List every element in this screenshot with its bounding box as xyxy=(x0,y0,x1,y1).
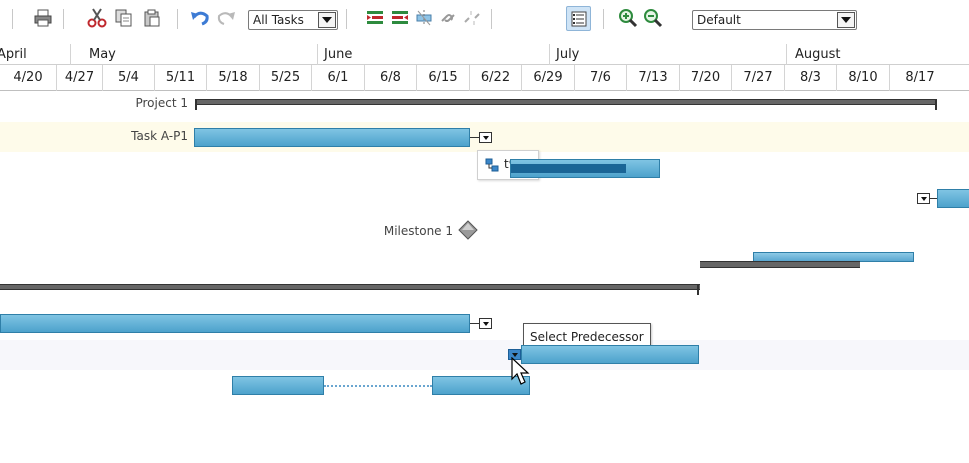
zoom-in-button[interactable] xyxy=(617,7,639,29)
summary-cap xyxy=(697,284,699,295)
split-connector xyxy=(324,385,432,387)
indent-icon xyxy=(367,11,383,24)
outdent-button[interactable] xyxy=(389,7,411,29)
toolbar-separator xyxy=(177,9,178,29)
predecessor-dropdown-icon[interactable] xyxy=(479,318,492,329)
toggle-list-view-button[interactable] xyxy=(566,6,591,31)
month-label: August xyxy=(795,47,841,62)
progress-fill xyxy=(511,164,626,173)
toolbar: All Tasks Default xyxy=(0,0,969,34)
link-tasks-button[interactable] xyxy=(437,7,459,29)
paste-icon xyxy=(144,9,160,27)
month-divider xyxy=(317,44,318,65)
milestone-label: Milestone 1 xyxy=(383,224,453,238)
week-label: 5/18 xyxy=(207,65,260,91)
paste-button[interactable] xyxy=(141,7,163,29)
unlink-icon xyxy=(464,11,480,25)
task-filter-select[interactable]: All Tasks xyxy=(248,10,338,30)
week-label: 7/6 xyxy=(575,65,627,91)
week-label: 6/1 xyxy=(312,65,365,91)
week-label: 8/10 xyxy=(837,65,890,91)
outdent-icon xyxy=(392,11,408,24)
month-label: May xyxy=(89,47,116,62)
task-bar[interactable] xyxy=(194,128,470,147)
task-bar-t9[interactable] xyxy=(510,159,660,178)
redo-button[interactable] xyxy=(215,7,237,29)
week-label: 5/25 xyxy=(260,65,312,91)
summary-cap xyxy=(195,99,197,110)
project-summary-bar[interactable] xyxy=(195,99,937,105)
summary-cap xyxy=(935,99,937,110)
task-link-icon xyxy=(485,158,499,172)
month-divider xyxy=(549,44,550,65)
week-label: 6/29 xyxy=(522,65,575,91)
month-label: June xyxy=(324,47,353,62)
list-view-icon xyxy=(571,11,586,26)
view-preset-value: Default xyxy=(697,13,741,27)
week-label: 8/3 xyxy=(785,65,837,91)
summary-bar[interactable] xyxy=(700,261,860,268)
split-task-icon xyxy=(416,10,432,26)
week-label: 5/4 xyxy=(103,65,155,91)
task-bar[interactable] xyxy=(937,189,969,208)
zoom-in-icon xyxy=(619,9,638,28)
copy-icon xyxy=(115,9,132,27)
task-label: Task A-P1 xyxy=(131,129,188,143)
week-label: 8/17 xyxy=(905,70,935,85)
scissors-icon xyxy=(87,8,107,28)
toolbar-separator xyxy=(346,9,347,29)
week-label: 7/27 xyxy=(732,65,785,91)
undo-button[interactable] xyxy=(189,7,211,29)
chevron-down-icon[interactable] xyxy=(837,12,855,28)
toolbar-separator xyxy=(603,9,604,29)
chevron-down-icon[interactable] xyxy=(318,12,336,28)
week-label: 4/20 xyxy=(0,65,57,91)
milestone-diamond-icon[interactable] xyxy=(458,220,478,240)
task-bar-segment[interactable] xyxy=(232,376,324,395)
view-preset-select[interactable]: Default xyxy=(692,10,857,30)
predecessor-dropdown-icon[interactable] xyxy=(479,132,492,143)
copy-button[interactable] xyxy=(113,7,135,29)
toolbar-separator xyxy=(491,9,492,29)
cut-button[interactable] xyxy=(86,7,108,29)
month-label: July xyxy=(556,47,580,62)
unlink-tasks-button[interactable] xyxy=(461,7,483,29)
dependency-connector xyxy=(470,137,479,138)
month-header: April May June July August xyxy=(0,44,969,65)
zoom-out-button[interactable] xyxy=(642,7,664,29)
alt-row-band xyxy=(0,340,969,370)
month-divider xyxy=(786,44,787,65)
month-label: April xyxy=(0,47,27,62)
week-label: 6/8 xyxy=(365,65,417,91)
toolbar-separator xyxy=(63,9,64,29)
dependency-connector xyxy=(470,323,479,324)
redo-icon xyxy=(217,12,235,25)
toolbar-separator xyxy=(12,9,13,29)
week-label: 4/27 xyxy=(57,65,103,91)
week-label: 7/20 xyxy=(680,65,732,91)
task-bar[interactable] xyxy=(0,314,470,333)
predecessor-dropdown-icon[interactable] xyxy=(917,193,930,204)
week-header: 4/20 4/27 5/4 5/11 5/18 5/25 6/1 6/8 6/1… xyxy=(0,65,969,91)
week-label: 6/22 xyxy=(470,65,522,91)
week-label: 5/11 xyxy=(155,65,207,91)
summary-bar[interactable] xyxy=(0,284,700,290)
project-label: Project 1 xyxy=(135,96,188,110)
split-task-button[interactable] xyxy=(413,7,435,29)
month-divider xyxy=(70,44,71,65)
week-label: 7/13 xyxy=(627,65,680,91)
link-icon xyxy=(441,14,455,22)
print-button[interactable] xyxy=(32,7,54,29)
week-label: 6/15 xyxy=(417,65,470,91)
zoom-out-icon xyxy=(644,9,663,28)
mouse-pointer-icon xyxy=(511,357,530,385)
task-bar[interactable] xyxy=(521,345,699,364)
printer-icon xyxy=(34,9,52,27)
indent-button[interactable] xyxy=(364,7,386,29)
task-filter-value: All Tasks xyxy=(253,13,304,27)
undo-icon xyxy=(191,11,209,26)
